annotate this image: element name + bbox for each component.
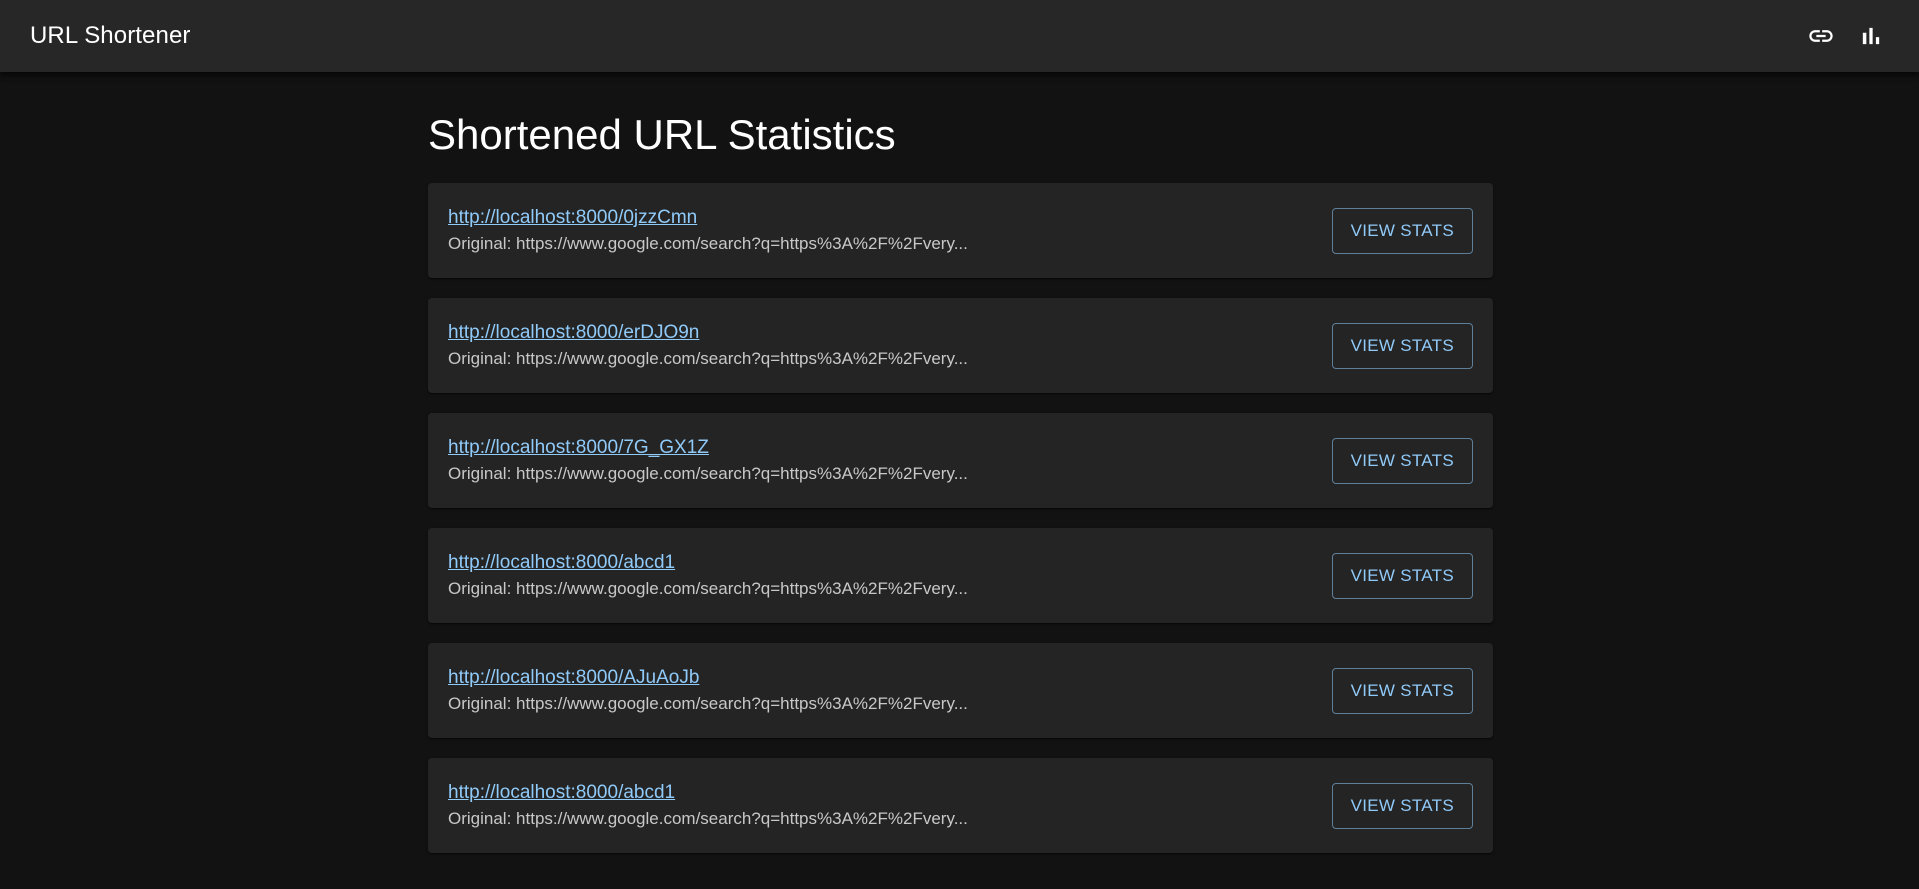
url-card: http://localhost:8000/0jzzCmn Original: … — [428, 183, 1493, 279]
original-url: https://www.google.com/search?q=https%3A… — [516, 233, 968, 253]
url-card-text: http://localhost:8000/7G_GX1Z Original: … — [448, 436, 1332, 486]
url-list: http://localhost:8000/0jzzCmn Original: … — [428, 183, 1493, 854]
main-content: Shortened URL Statistics http://localhos… — [428, 72, 1493, 873]
url-card: http://localhost:8000/abcd1 Original: ht… — [428, 758, 1493, 854]
short-url-link[interactable]: http://localhost:8000/AJuAoJb — [448, 666, 1332, 690]
url-card-text: http://localhost:8000/abcd1 Original: ht… — [448, 781, 1332, 831]
url-card: http://localhost:8000/AJuAoJb Original: … — [428, 643, 1493, 739]
original-label: Original: — [448, 693, 512, 713]
short-url-link[interactable]: http://localhost:8000/abcd1 — [448, 551, 1332, 575]
url-card: http://localhost:8000/erDJO9n Original: … — [428, 298, 1493, 394]
original-label: Original: — [448, 463, 512, 483]
view-stats-button[interactable]: VIEW STATS — [1331, 782, 1473, 829]
view-stats-button[interactable]: VIEW STATS — [1331, 322, 1473, 369]
short-url-link[interactable]: http://localhost:8000/abcd1 — [448, 781, 1332, 805]
app-title: URL Shortener — [30, 22, 191, 49]
statistics-button[interactable] — [1853, 18, 1889, 54]
url-card: http://localhost:8000/abcd1 Original: ht… — [428, 528, 1493, 624]
original-label: Original: — [448, 233, 512, 253]
original-url: https://www.google.com/search?q=https%3A… — [516, 578, 968, 598]
url-card-text: http://localhost:8000/abcd1 Original: ht… — [448, 551, 1332, 601]
original-url: https://www.google.com/search?q=https%3A… — [516, 808, 968, 828]
original-url-row: Original: https://www.google.com/search?… — [448, 347, 1332, 371]
app-bar: URL Shortener — [0, 0, 1919, 72]
original-url-row: Original: https://www.google.com/search?… — [448, 462, 1332, 486]
url-card-text: http://localhost:8000/AJuAoJb Original: … — [448, 666, 1332, 716]
short-url-link[interactable]: http://localhost:8000/erDJO9n — [448, 321, 1332, 345]
original-url-row: Original: https://www.google.com/search?… — [448, 232, 1332, 256]
url-card-text: http://localhost:8000/erDJO9n Original: … — [448, 321, 1332, 371]
page-title: Shortened URL Statistics — [428, 111, 896, 158]
original-url: https://www.google.com/search?q=https%3A… — [516, 463, 968, 483]
original-url-row: Original: https://www.google.com/search?… — [448, 692, 1332, 716]
bar-chart-icon — [1862, 27, 1880, 45]
toolbar-icons — [1803, 18, 1889, 54]
shorten-link-button[interactable] — [1803, 18, 1839, 54]
original-label: Original: — [448, 808, 512, 828]
view-stats-button[interactable]: VIEW STATS — [1331, 667, 1473, 714]
view-stats-button[interactable]: VIEW STATS — [1331, 437, 1473, 484]
short-url-link[interactable]: http://localhost:8000/7G_GX1Z — [448, 436, 1332, 460]
short-url-link[interactable]: http://localhost:8000/0jzzCmn — [448, 206, 1332, 230]
view-stats-button[interactable]: VIEW STATS — [1331, 207, 1473, 254]
original-url-row: Original: https://www.google.com/search?… — [448, 577, 1332, 601]
original-label: Original: — [448, 348, 512, 368]
url-card: http://localhost:8000/7G_GX1Z Original: … — [428, 413, 1493, 509]
url-card-text: http://localhost:8000/0jzzCmn Original: … — [448, 206, 1332, 256]
original-url: https://www.google.com/search?q=https%3A… — [516, 348, 968, 368]
link-icon — [1809, 30, 1833, 42]
view-stats-button[interactable]: VIEW STATS — [1331, 552, 1473, 599]
original-url-row: Original: https://www.google.com/search?… — [448, 807, 1332, 831]
original-label: Original: — [448, 578, 512, 598]
original-url: https://www.google.com/search?q=https%3A… — [516, 693, 968, 713]
